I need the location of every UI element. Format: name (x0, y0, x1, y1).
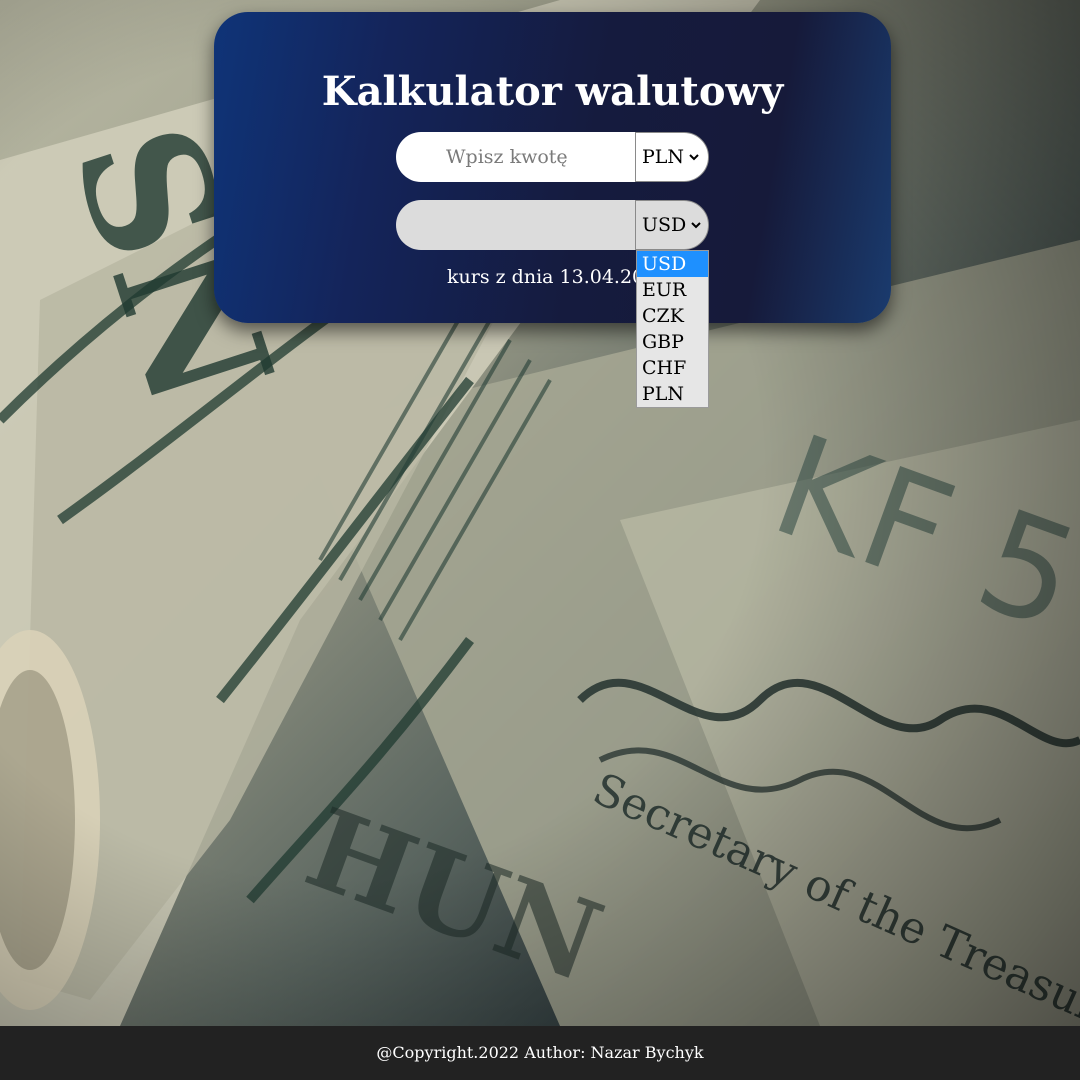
chevron-down-icon (691, 222, 701, 229)
footer: @Copyright.2022 Author: Nazar Bychyk (0, 1026, 1080, 1080)
amount-input[interactable] (396, 132, 636, 182)
footer-copyright: @Copyright.2022 Author: Nazar Bychyk (376, 1043, 704, 1062)
dropdown-option-gbp[interactable]: GBP (637, 329, 708, 355)
dropdown-option-pln[interactable]: PLN (637, 381, 708, 407)
chevron-down-icon (689, 154, 699, 161)
page-title: Kalkulator walutowy (321, 68, 784, 115)
to-currency-select[interactable]: USD (635, 200, 709, 250)
from-currency-select[interactable]: PLN (635, 132, 709, 182)
currency-dropdown-list[interactable]: USD EUR CZK GBP CHF PLN (636, 250, 709, 408)
dropdown-option-chf[interactable]: CHF (637, 355, 708, 381)
rate-date-label: kurs z dnia 13.04.20 (447, 266, 645, 288)
dropdown-option-eur[interactable]: EUR (637, 277, 708, 303)
dropdown-option-usd[interactable]: USD (637, 251, 708, 277)
from-currency-value: PLN (642, 146, 685, 168)
to-currency-value: USD (642, 214, 687, 236)
dropdown-option-czk[interactable]: CZK (637, 303, 708, 329)
calculator-card: Kalkulator walutowy PLN USD kurs z dnia … (214, 12, 891, 323)
result-field[interactable] (396, 200, 636, 250)
